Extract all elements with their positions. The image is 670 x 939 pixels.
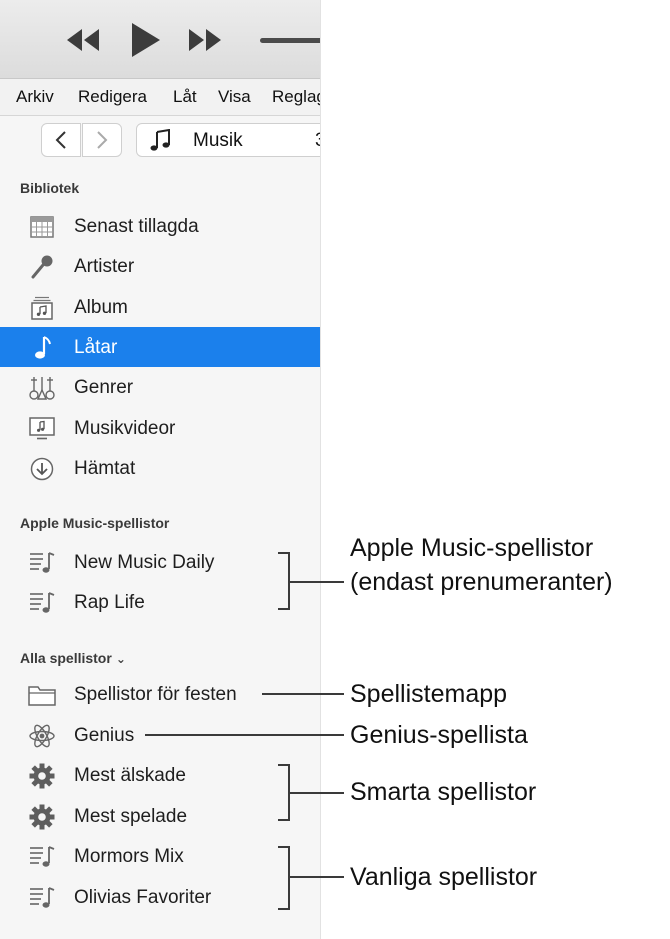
volume-slider[interactable] — [260, 38, 320, 43]
all-playlists-header[interactable]: Alla spellistor ⌄ — [20, 650, 126, 666]
sidebar-item-genres[interactable]: Genrer — [0, 367, 320, 407]
folder-callout-line — [262, 693, 344, 695]
menu-bar: Arkiv Redigera Låt Visa Reglage — [0, 79, 320, 116]
callout-smart-playlists: Smarta spellistor — [350, 778, 537, 806]
sidebar-item-grandmas-mix[interactable]: Mormors Mix — [0, 836, 320, 876]
all-playlists-label: Alla spellistor — [20, 650, 112, 666]
calendar-grid-icon — [28, 214, 56, 240]
sidebar-item-label: Artister — [74, 256, 135, 277]
sidebar-item-music-videos[interactable]: Musikvideor — [0, 408, 320, 448]
sidebar-item-album[interactable]: Album — [0, 287, 320, 327]
sidebar-item-recently-added[interactable]: Senast tillagda — [0, 206, 320, 246]
sidebar-item-most-loved[interactable]: Mest älskade — [0, 755, 320, 795]
sidebar-item-label: Genrer — [74, 377, 134, 398]
playlist-icon — [28, 590, 56, 616]
sidebar-item-downloaded[interactable]: Hämtat — [0, 448, 320, 488]
album-icon — [28, 295, 56, 321]
smart-bracket-bottom — [278, 819, 290, 821]
microphone-icon — [28, 254, 56, 280]
fast-forward-icon — [189, 29, 221, 51]
play-icon — [132, 23, 160, 57]
sidebar-item-rap-life[interactable]: Rap Life — [0, 582, 320, 622]
genius-atom-icon — [28, 723, 56, 749]
callout-subscribers-only: (endast prenumeranter) — [350, 568, 613, 596]
media-kind-picker[interactable]: Musik 3 — [136, 123, 320, 158]
download-icon — [28, 456, 56, 482]
sidebar-item-artists[interactable]: Artister — [0, 246, 320, 286]
menu-reglage[interactable]: Reglage — [272, 87, 320, 107]
sidebar-item-label: Album — [74, 297, 128, 318]
library-header: Bibliotek — [20, 180, 80, 196]
callout-regular-playlists: Vanliga spellistor — [350, 863, 538, 891]
callout-apple-music-playlists: Apple Music-spellistor — [350, 534, 594, 562]
sidebar-item-label: Mest spelade — [74, 806, 188, 827]
regular-bracket-bottom — [278, 908, 290, 910]
transport-bar — [0, 0, 320, 79]
genius-callout-line — [145, 734, 344, 736]
chevron-left-icon — [55, 131, 66, 149]
sidebar-item-label: Rap Life — [74, 592, 145, 613]
sidebar-item-label: Olivias Favoriter — [74, 887, 212, 908]
playlist-icon — [28, 844, 56, 870]
music-note-icon — [149, 128, 173, 158]
gear-icon — [28, 763, 56, 789]
chevron-down-icon: ⌄ — [115, 652, 126, 666]
regular-bracket-vertical — [288, 846, 290, 910]
folder-icon — [28, 682, 56, 708]
fast-forward-button[interactable] — [184, 22, 226, 58]
sidebar-item-new-music-daily[interactable]: New Music Daily — [0, 542, 320, 582]
sidebar-item-label: Låtar — [74, 337, 118, 358]
media-kind-label: Musik — [193, 130, 243, 151]
apple-bracket-bottom — [278, 608, 290, 610]
playlist-icon — [28, 885, 56, 911]
rewind-button[interactable] — [62, 22, 104, 58]
sidebar-item-label: New Music Daily — [74, 552, 215, 573]
callout-playlist-folder: Spellistemapp — [350, 680, 508, 708]
menu-arkiv[interactable]: Arkiv — [16, 87, 54, 107]
navigation-row: Musik 3 — [0, 116, 320, 168]
menu-visa[interactable]: Visa — [218, 87, 251, 107]
sidebar-item-label: Musikvideor — [74, 418, 176, 439]
apple-music-playlists-header: Apple Music-spellistor — [20, 515, 170, 531]
sidebar-item-olivias-favorites[interactable]: Olivias Favoriter — [0, 877, 320, 917]
gear-icon — [28, 804, 56, 830]
sidebar-item-label: Spellistor för festen — [74, 684, 237, 705]
chevron-right-icon — [97, 131, 108, 149]
smart-callout-line — [290, 792, 344, 794]
sidebar-item-most-played[interactable]: Mest spelade — [0, 796, 320, 836]
music-video-icon — [28, 416, 56, 442]
apple-callout-line — [290, 581, 344, 583]
sidebar-item-label: Hämtat — [74, 458, 136, 479]
playlist-icon — [28, 550, 56, 576]
itunes-window: Arkiv Redigera Låt Visa Reglage — [0, 0, 321, 939]
rewind-icon — [67, 29, 99, 51]
media-kind-extra: 3 — [315, 130, 320, 152]
sidebar-item-label: Senast tillagda — [74, 216, 199, 237]
regular-callout-line — [290, 876, 344, 878]
menu-redigera[interactable]: Redigera — [78, 87, 147, 107]
sidebar-item-label: Genius — [74, 725, 135, 746]
forward-button[interactable] — [82, 123, 122, 157]
back-button[interactable] — [41, 123, 81, 157]
instruments-icon — [28, 375, 56, 401]
sidebar-item-label: Mormors Mix — [74, 846, 184, 867]
music-note-icon — [28, 335, 56, 361]
menu-lat[interactable]: Låt — [173, 87, 197, 107]
play-button[interactable] — [124, 20, 166, 60]
sidebar-item-songs[interactable]: Låtar — [0, 327, 320, 367]
sidebar-item-label: Mest älskade — [74, 765, 186, 786]
callout-genius-playlist: Genius-spellista — [350, 721, 528, 749]
